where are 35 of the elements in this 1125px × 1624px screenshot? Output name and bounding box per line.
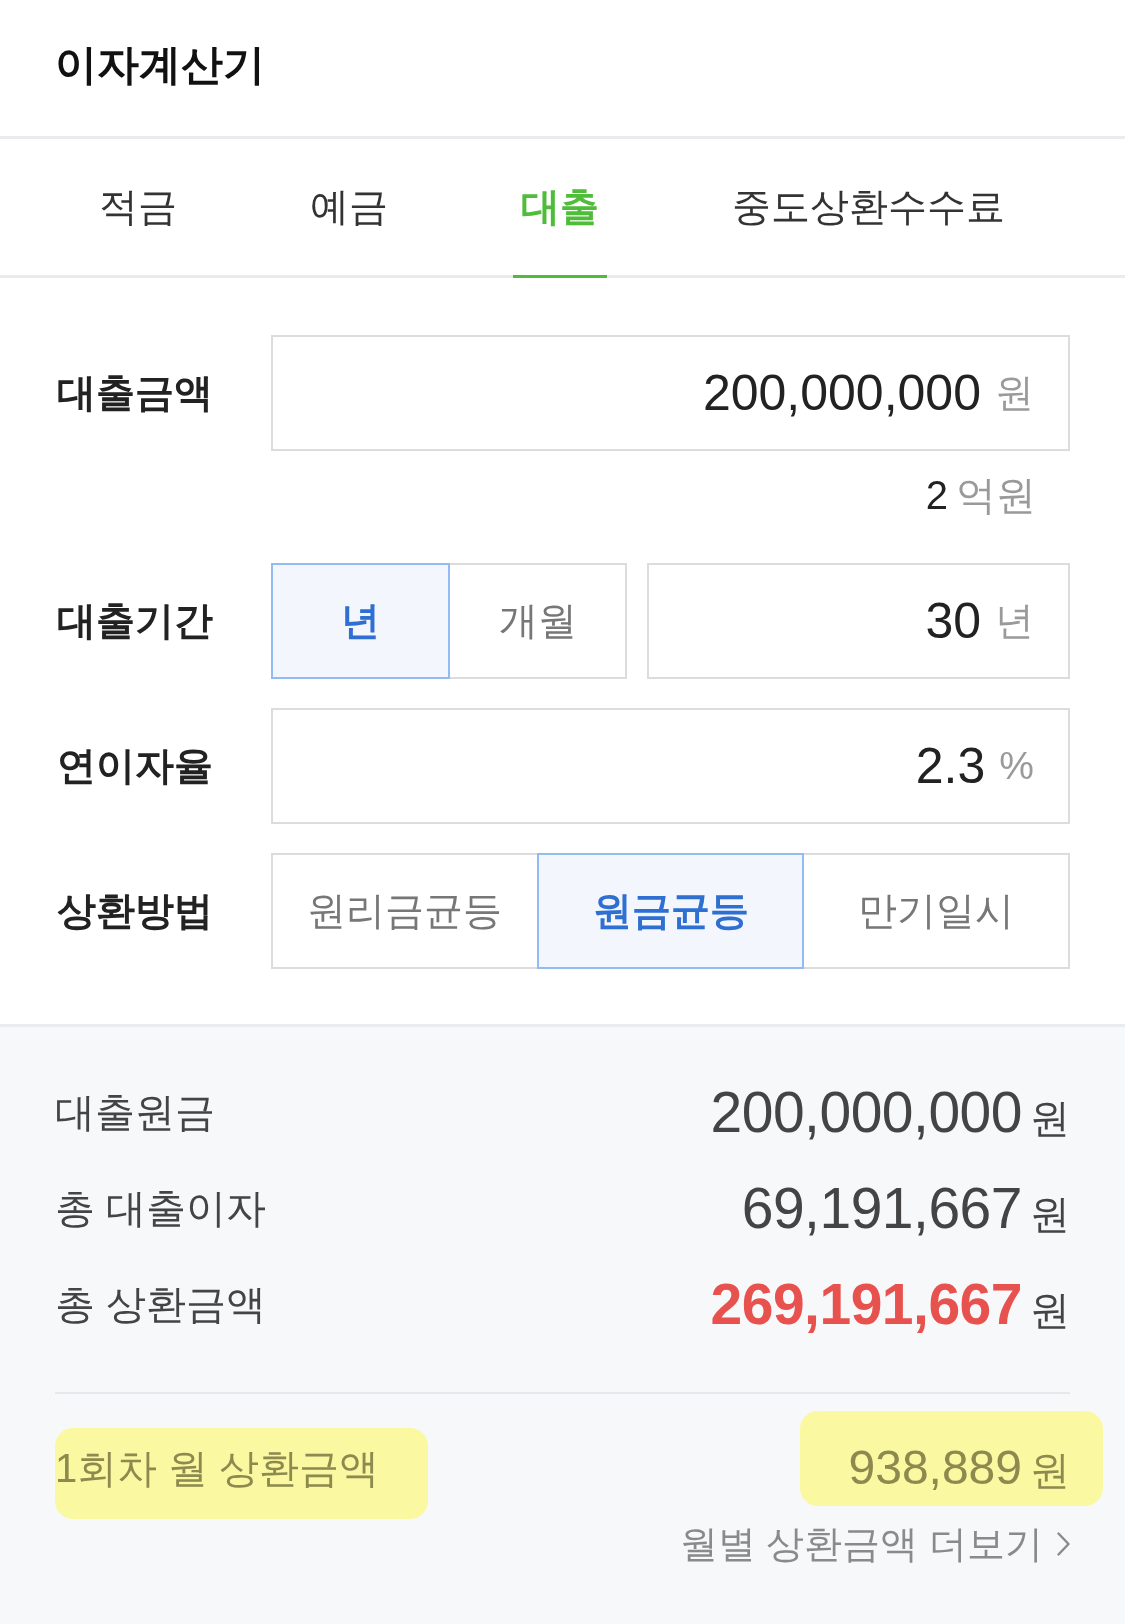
segment-option[interactable]: 년 bbox=[271, 563, 450, 679]
tab[interactable]: 중도상환수수료 bbox=[724, 139, 1013, 278]
summary-label: 총 대출이자 bbox=[55, 1184, 267, 1232]
currency-unit: 원 bbox=[1030, 1094, 1070, 1142]
monthly-payment-amount: 938,889 bbox=[848, 1440, 1022, 1496]
unit-label: % bbox=[999, 744, 1034, 788]
currency-unit: 원 bbox=[1030, 1447, 1070, 1494]
summary-amount: 269,191,667 bbox=[710, 1270, 1022, 1337]
currency-unit: 원 bbox=[1030, 1286, 1070, 1334]
field-label: 대출기간 bbox=[57, 598, 214, 644]
unit-label: 년 bbox=[995, 598, 1034, 644]
input-field[interactable]: 2.3 % bbox=[271, 708, 1070, 824]
field-label: 대출금액 bbox=[57, 370, 214, 416]
summary-label: 대출원금 bbox=[55, 1088, 215, 1136]
segment-option[interactable]: 개월 bbox=[448, 563, 627, 679]
field-label: 연이자율 bbox=[57, 743, 214, 789]
input-field[interactable]: 200,000,000 원 bbox=[271, 335, 1070, 451]
monthly-schedule-link[interactable]: 월별 상환금액 더보기 bbox=[679, 1516, 1070, 1572]
input-field[interactable]: 30 년 bbox=[647, 563, 1070, 679]
currency-unit: 원 bbox=[1030, 1190, 1070, 1238]
unit-label: 원 bbox=[995, 370, 1034, 416]
tab[interactable]: 대출 bbox=[513, 139, 607, 278]
page-title: 이자계산기 bbox=[55, 40, 265, 90]
field-label: 상환방법 bbox=[57, 888, 214, 934]
segment-option[interactable]: 원리금균등 bbox=[271, 853, 539, 969]
chevron-right-icon bbox=[1057, 1532, 1070, 1556]
segment-option[interactable]: 원금균등 bbox=[536, 853, 805, 969]
tab[interactable]: 예금 bbox=[302, 139, 396, 278]
summary-amount: 69,191,667 bbox=[741, 1174, 1022, 1241]
segment-option[interactable]: 만기일시 bbox=[802, 853, 1070, 969]
summary-label: 총 상환금액 bbox=[55, 1280, 267, 1328]
tab[interactable]: 적금 bbox=[91, 139, 185, 278]
summary-amount: 200,000,000 bbox=[710, 1078, 1022, 1145]
monthly-payment-label: 1회차 월 상환금액 bbox=[55, 1445, 380, 1492]
amount-in-words: 2 억원 bbox=[925, 472, 1036, 519]
